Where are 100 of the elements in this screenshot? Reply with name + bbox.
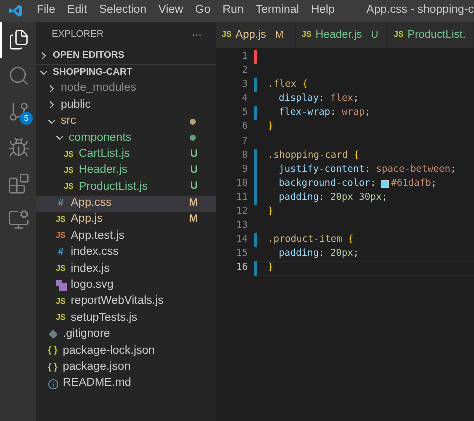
change-marker [254,78,257,92]
code-text: padding: 20px; [279,247,360,262]
file-name: App.test.js [71,228,125,244]
tree-item[interactable]: components [36,130,216,146]
line-number: 14 [236,233,248,248]
tree-item[interactable]: JS CartList.js U [36,146,216,163]
files-icon [8,29,30,51]
tree-item[interactable]: # index.css [36,244,216,262]
editor-tab[interactable]: JS Header.js U [296,22,388,48]
file-name: logo.svg [71,278,114,294]
diamond-icon [48,330,58,340]
tree-item[interactable]: public [36,97,216,114]
file-name: README.md [63,376,132,392]
tree-item[interactable]: JS index.js [36,261,216,278]
menu-item[interactable]: Go [189,2,217,20]
menu-item[interactable]: Selection [93,2,153,20]
js-file-icon: JS [62,164,76,177]
menu-item[interactable]: Terminal [250,2,306,20]
tree-item[interactable]: README.md [36,376,216,392]
code-text: .flex { [268,78,308,92]
code-text: background-color: [279,176,376,191]
file-name: App.js [71,212,103,228]
file-name: CartList.js [79,146,130,162]
file-name: public [61,98,92,113]
tree-item[interactable]: logo.svg [36,277,216,294]
line-number: 7 [241,134,248,149]
change-marker [254,261,257,276]
file-name: setupTests.js [71,310,138,326]
tree-item[interactable]: # App.css M [36,196,216,212]
git-status-letter: U [190,146,198,162]
file-name: src [61,114,76,130]
section-header[interactable]: SHOPPING-CART [36,64,216,81]
line-number: 10 [236,176,248,191]
tree-item[interactable]: node_modules [36,80,216,98]
file-name: Header.js [79,163,128,178]
menu-item[interactable]: Run [216,2,250,20]
line-number: 8 [241,148,248,163]
js-file-icon: JS [62,181,76,194]
hash-icon: # [54,245,68,260]
git-status-letter: M [189,196,198,211]
monitor-icon [8,209,30,231]
code-text: .product-item { [268,233,354,248]
search-icon [8,65,30,87]
tree-item[interactable]: JS ProductList.js U [36,179,216,196]
line-number: 5 [241,106,248,120]
count-badge: 5 [20,112,33,125]
code-text: } [268,261,274,276]
tree-item[interactable]: .gitignore [36,326,216,344]
tree-item[interactable]: JS reportWebVitals.js [36,294,216,310]
js-file-icon: JS [54,230,68,242]
change-marker [254,106,257,120]
editor-tab[interactable]: JS App.js M [216,22,296,48]
editor-tab[interactable]: JS ProductList. [388,22,474,48]
line-number: 2 [241,64,248,78]
code-text: padding: 20px 30px; [279,190,388,205]
tree-item[interactable]: JS App.test.js [36,228,216,245]
tree-item[interactable]: JS App.js M [36,212,216,228]
line-number: 9 [241,162,248,177]
code-text: display: flex; [279,92,360,106]
line-number: 6 [241,120,248,134]
line-number: 12 [236,205,248,220]
tree-item[interactable]: { } package-lock.json [36,343,216,360]
change-marker [254,233,257,248]
blocks-icon [8,173,30,195]
line-number: 11 [236,190,248,205]
file-name: reportWebVitals.js [71,294,164,310]
git-status-letter: U [190,179,198,194]
git-status-letter: M [189,212,198,228]
menu-item[interactable]: Help [305,2,341,20]
menu-item[interactable]: File [31,2,62,20]
branch-icon [8,101,30,123]
file-name: components [69,130,132,146]
line-number: 15 [236,247,248,262]
menu-item[interactable]: View [152,2,190,20]
tree-item[interactable]: src [36,114,216,130]
code-text: } [268,205,274,220]
info-icon [48,378,58,390]
tree-item[interactable]: JS setupTests.js [36,310,216,327]
js-file-icon: JS [54,296,68,308]
js-file-icon: JS [54,312,68,324]
js-file-icon: JS [62,148,76,161]
code-text: flex-wrap: wrap; [279,106,371,120]
more-actions-button[interactable]: ··· [192,28,202,42]
line-number: 4 [241,92,248,106]
file-name: index.css [71,245,119,260]
activity-button[interactable]: 5 [0,94,36,130]
logo-icon [9,4,23,18]
js-file-icon: JS [54,263,68,276]
file-name: App.css [71,196,112,212]
tree-item[interactable]: JS Header.js U [36,162,216,180]
git-status-letter: U [190,163,198,178]
file-name: package-lock.json [63,344,156,359]
menu-item[interactable]: Edit [62,2,94,20]
file-name: .gitignore [63,327,110,342]
window-title: App.css - shopping-c [366,3,474,18]
line-number: 13 [236,219,248,234]
file-name: package.json [63,360,131,375]
section-header[interactable]: OPEN EDITORS [36,48,216,64]
panel-title: EXPLORER [52,28,104,42]
tree-item[interactable]: { } package.json [36,359,216,376]
